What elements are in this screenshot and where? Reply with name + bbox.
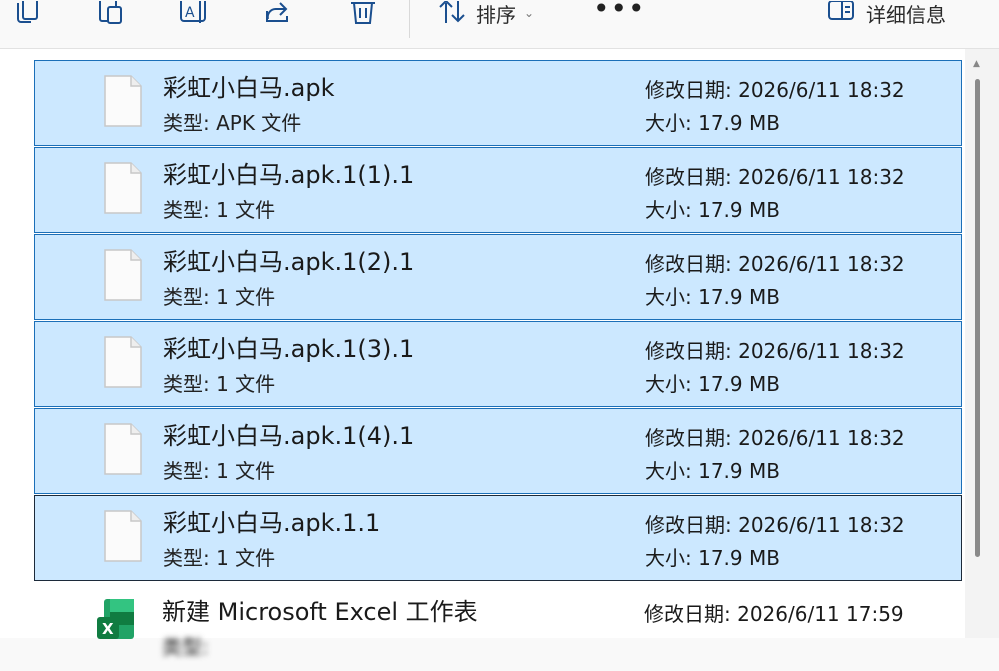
details-pane-icon xyxy=(828,1,856,25)
file-icon xyxy=(103,336,143,392)
share-icon xyxy=(265,1,293,25)
file-size: 大小: 17.9 MB xyxy=(645,285,780,309)
file-row[interactable]: 彩虹小白马.apk.1(3).1 类型: 1 文件 修改日期: 2026/6/1… xyxy=(34,321,962,407)
file-name: 新建 Microsoft Excel 工作表 xyxy=(162,598,478,626)
file-modified: 修改日期: 2026/6/11 18:32 xyxy=(645,165,905,189)
sort-icon xyxy=(438,1,468,25)
file-modified: 修改日期: 2026/6/11 18:32 xyxy=(645,78,905,102)
file-row[interactable]: 彩虹小白马.apk.1(1).1 类型: 1 文件 修改日期: 2026/6/1… xyxy=(34,147,962,233)
sort-button[interactable]: 排序 ⌄ xyxy=(438,0,535,27)
file-modified: 修改日期: 2026/6/11 18:32 xyxy=(645,339,905,363)
file-name: 彩虹小白马.apk.1(3).1 xyxy=(163,335,415,363)
vertical-scrollbar[interactable]: ▲ xyxy=(965,49,999,638)
file-type: 类型: 1 文件 xyxy=(163,372,276,396)
rename-button[interactable]: A xyxy=(180,0,210,26)
file-size: 大小: 17.9 MB xyxy=(645,459,780,483)
delete-button[interactable] xyxy=(350,0,376,26)
sort-label: 排序 xyxy=(476,2,516,27)
delete-icon xyxy=(350,1,376,25)
file-icon xyxy=(103,162,143,218)
paste-icon xyxy=(98,1,126,25)
svg-text:A: A xyxy=(185,5,195,21)
file-icon xyxy=(103,423,143,479)
file-name: 彩虹小白马.apk.1(1).1 xyxy=(163,161,415,189)
file-row[interactable]: 彩虹小白马.apk.1(2).1 类型: 1 文件 修改日期: 2026/6/1… xyxy=(34,234,962,320)
file-icon xyxy=(103,510,143,566)
file-type: 类型: APK 文件 xyxy=(163,111,302,135)
more-options-button[interactable]: ••• xyxy=(593,0,646,23)
scroll-up-arrow-icon[interactable]: ▲ xyxy=(973,59,980,69)
details-label: 详细信息 xyxy=(866,2,946,27)
file-type: 类型: 1 文件 xyxy=(163,285,276,309)
rename-icon: A xyxy=(180,1,210,25)
file-row[interactable]: X 新建 Microsoft Excel 工作表 类型: 修改日期: 2026/… xyxy=(34,585,962,671)
file-type: 类型: 1 文件 xyxy=(163,198,276,222)
scrollbar-thumb[interactable] xyxy=(975,79,980,557)
file-icon xyxy=(103,75,143,131)
file-size: 大小: 17.9 MB xyxy=(645,198,780,222)
file-name: 彩虹小白马.apk.1.1 xyxy=(163,509,381,537)
file-name: 彩虹小白马.apk.1(2).1 xyxy=(163,248,415,276)
toolbar-divider xyxy=(409,0,410,38)
excel-file-icon: X xyxy=(96,597,136,647)
file-row[interactable]: 彩虹小白马.apk 类型: APK 文件 修改日期: 2026/6/11 18:… xyxy=(34,60,962,146)
file-size: 大小: 17.9 MB xyxy=(645,111,780,135)
details-button[interactable]: 详细信息 xyxy=(828,0,946,27)
file-size: 大小: 17.9 MB xyxy=(645,546,780,570)
file-type: 类型: 1 文件 xyxy=(163,459,276,483)
copy-icon xyxy=(14,1,40,25)
file-name: 彩虹小白马.apk xyxy=(163,74,335,102)
file-row[interactable]: 彩虹小白马.apk.1(4).1 类型: 1 文件 修改日期: 2026/6/1… xyxy=(34,408,962,494)
file-modified: 修改日期: 2026/6/11 17:59 xyxy=(644,602,904,626)
file-type: 类型: xyxy=(162,635,209,659)
file-list: 彩虹小白马.apk 类型: APK 文件 修改日期: 2026/6/11 18:… xyxy=(0,49,965,659)
copy-button[interactable] xyxy=(14,0,40,26)
file-type: 类型: 1 文件 xyxy=(163,546,276,570)
file-name: 彩虹小白马.apk.1(4).1 xyxy=(163,422,415,450)
chevron-down-icon: ⌄ xyxy=(524,6,535,20)
file-modified: 修改日期: 2026/6/11 18:32 xyxy=(645,252,905,276)
share-button[interactable] xyxy=(265,0,293,26)
svg-text:X: X xyxy=(102,620,114,638)
command-bar: A 排序 ⌄ ••• 详细信息 xyxy=(0,0,999,49)
file-row[interactable]: 彩虹小白马.apk.1.1 类型: 1 文件 修改日期: 2026/6/11 1… xyxy=(34,495,962,581)
file-modified: 修改日期: 2026/6/11 18:32 xyxy=(645,426,905,450)
file-icon xyxy=(103,249,143,305)
paste-button[interactable] xyxy=(98,0,126,26)
file-modified: 修改日期: 2026/6/11 18:32 xyxy=(645,513,905,537)
file-size: 大小: 17.9 MB xyxy=(645,372,780,396)
